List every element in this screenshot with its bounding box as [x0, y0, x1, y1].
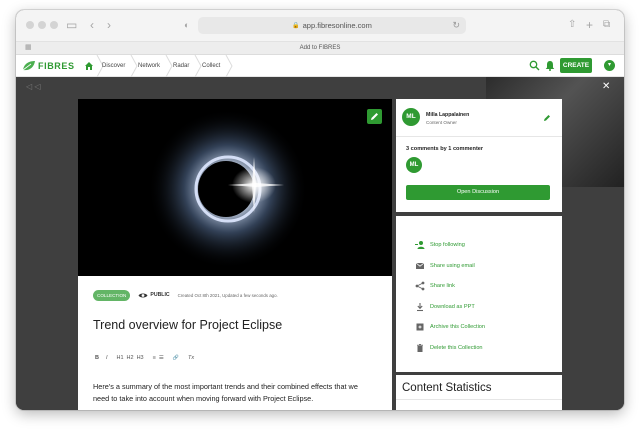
heading2-button[interactable]: H2 — [127, 355, 134, 361]
close-icon[interactable]: ✕ — [602, 81, 610, 92]
logo-text: FIBRES — [38, 61, 75, 71]
previous-icon[interactable]: ◁ ◁ — [26, 82, 41, 91]
created-timestamp: Created Oct 8th 2021, Updated a few seco… — [177, 292, 278, 298]
trash-icon — [417, 344, 423, 352]
content-statistics-panel: Content Statistics — [396, 375, 562, 410]
bullet-list-button[interactable]: ☰ — [159, 355, 164, 361]
archive-collection-action[interactable]: Archive this Collection — [415, 321, 485, 333]
owner-name[interactable]: Milla Lappalainen — [426, 112, 469, 118]
hero-image — [78, 99, 392, 276]
collection-title[interactable]: Trend overview for Project Eclipse — [93, 318, 282, 332]
home-icon[interactable] — [84, 61, 94, 71]
browser-window: ▭ ‹ › ◐ 🔒 app.fibresonline.com ↻ ⇧ + ⧉ ▦… — [16, 10, 624, 410]
share-email-action[interactable]: Share using email — [415, 260, 475, 272]
breadcrumb-chevron — [165, 55, 173, 77]
actions-panel: Stop following Share using email Share l… — [396, 216, 562, 372]
app-navbar: FIBRES Discover Network Radar Collect CR… — [16, 55, 624, 77]
edit-image-button[interactable] — [367, 109, 382, 124]
back-icon[interactable]: ‹ — [90, 18, 94, 32]
collection-description[interactable]: Here's a summary of the most important t… — [93, 381, 383, 405]
collection-card: COLLECTION PUBLIC Created Oct 8th 2021, … — [78, 99, 392, 410]
close-window-button[interactable] — [26, 21, 34, 29]
email-icon — [415, 262, 425, 269]
commenter-avatar[interactable]: ML — [406, 157, 422, 173]
eclipse-image — [78, 99, 392, 276]
url-text: app.fibresonline.com — [302, 21, 372, 30]
search-icon[interactable] — [529, 60, 540, 71]
download-icon — [417, 303, 423, 312]
person-minus-icon — [415, 241, 425, 249]
clear-format-button[interactable]: Tx — [188, 355, 194, 361]
breadcrumb-chevron — [225, 55, 233, 77]
share-link-action[interactable]: Share link — [415, 280, 455, 292]
delete-collection-action[interactable]: Delete this Collection — [415, 342, 483, 354]
heading3-button[interactable]: H3 — [137, 355, 144, 361]
breadcrumb-collect[interactable]: Collect — [202, 55, 220, 77]
avatar[interactable]: ML — [402, 108, 420, 126]
breadcrumb-radar[interactable]: Radar — [173, 55, 189, 77]
breadcrumb-discover[interactable]: Discover — [102, 55, 125, 77]
action-label: Stop following — [430, 242, 465, 248]
stop-following-action[interactable]: Stop following — [415, 239, 465, 251]
bold-button[interactable]: B — [95, 355, 99, 361]
leaf-logo-icon — [22, 61, 35, 71]
edit-owner-icon[interactable] — [543, 114, 551, 122]
visibility-label: PUBLIC — [150, 292, 170, 298]
favorites-label[interactable]: Add to FIBRES — [300, 45, 341, 51]
owner-role: Content Owner — [426, 120, 457, 125]
address-bar[interactable]: 🔒 app.fibresonline.com ↻ — [198, 17, 466, 34]
breadcrumb-chevron — [194, 55, 202, 77]
minimize-window-button[interactable] — [38, 21, 46, 29]
link-button[interactable]: 🔗 — [173, 355, 179, 361]
action-label: Share link — [430, 283, 455, 289]
action-label: Archive this Collection — [430, 324, 486, 330]
collection-meta: COLLECTION PUBLIC Created Oct 8th 2021, … — [93, 289, 278, 301]
editor-toolbar: B I H1 H2 H3 ≡ ☰ 🔗 Tx — [95, 355, 201, 361]
reload-icon[interactable]: ↻ — [452, 20, 460, 31]
description-line: need to take into account when moving fo… — [93, 394, 314, 403]
tab-overview-icon[interactable]: ⧉ — [603, 18, 610, 32]
pencil-icon — [371, 113, 378, 120]
description-line: Here's a summary of the most important t… — [93, 382, 358, 391]
visibility-indicator[interactable]: PUBLIC — [138, 292, 170, 299]
breadcrumb-chevron — [130, 55, 138, 77]
action-label: Download as PPT — [430, 304, 475, 310]
heading1-button[interactable]: H1 — [117, 355, 124, 361]
new-tab-icon[interactable]: + — [586, 18, 593, 32]
lock-icon: 🔒 — [292, 23, 300, 29]
collection-type-badge: COLLECTION — [93, 289, 131, 301]
zoom-window-button[interactable] — [50, 21, 58, 29]
ordered-list-button[interactable]: ≡ — [153, 355, 156, 361]
italic-button[interactable]: I — [106, 355, 108, 361]
divider — [396, 136, 562, 137]
bell-icon[interactable] — [545, 60, 555, 71]
create-button[interactable]: CREATE — [560, 58, 592, 73]
comments-summary: 3 comments by 1 commenter — [406, 146, 484, 152]
divider — [396, 399, 562, 400]
grid-icon[interactable]: ▦ — [25, 42, 32, 54]
privacy-shield-icon[interactable]: ◐ — [184, 18, 189, 32]
action-label: Delete this Collection — [430, 345, 483, 351]
owner-panel: ML Milla Lappalainen Content Owner 3 com… — [396, 99, 562, 212]
open-discussion-button[interactable]: Open Discussion — [406, 185, 550, 200]
breadcrumb-network[interactable]: Network — [138, 55, 160, 77]
create-dropdown-icon[interactable]: ▾ — [604, 60, 615, 71]
share-icon — [415, 281, 425, 291]
download-ppt-action[interactable]: Download as PPT — [415, 301, 475, 313]
archive-icon — [416, 323, 424, 331]
action-label: Share using email — [430, 263, 475, 269]
share-browser-icon[interactable]: ⇧ — [568, 18, 576, 32]
sidebar-toggle-icon[interactable]: ▭ — [66, 18, 77, 32]
eye-icon — [138, 292, 148, 298]
favorites-bar: ▦ Add to FIBRES — [16, 41, 624, 55]
fibres-logo[interactable]: FIBRES — [22, 59, 75, 73]
content-statistics-title: Content Statistics — [402, 382, 492, 394]
forward-icon[interactable]: › — [107, 18, 111, 32]
browser-toolbar: ▭ ‹ › ◐ 🔒 app.fibresonline.com ↻ ⇧ + ⧉ — [16, 10, 624, 41]
